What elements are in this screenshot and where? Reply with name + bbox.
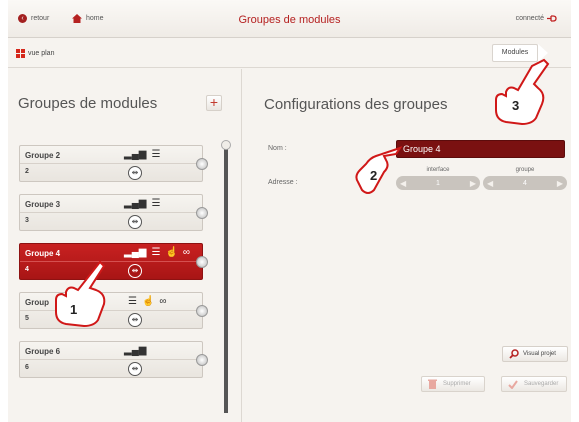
- callout-hand-1-icon: 1: [55, 260, 106, 328]
- stepper-right-icon[interactable]: ▶: [470, 179, 476, 188]
- interface-caption: interface: [426, 167, 450, 173]
- group-card[interactable]: Groupe 3 ▂▄▆ ☰ 3 ⇹: [19, 194, 208, 231]
- connection-status: connecté: [516, 15, 557, 22]
- save-button[interactable]: Sauvegarder: [501, 376, 567, 392]
- group-name: Groupe 4: [25, 249, 61, 258]
- toggle-knob[interactable]: [196, 256, 208, 268]
- group-address: 2: [25, 168, 29, 175]
- chart-icon: ▂▄▆: [124, 345, 147, 356]
- group-card[interactable]: Groupe 6 ▂▄▆ 6 ⇹: [19, 341, 208, 378]
- group-address: 5: [25, 315, 29, 322]
- address-label: Adresse :: [268, 179, 298, 186]
- traffic-light-icon: ☰: [128, 296, 137, 307]
- usb-icon: ⇹: [128, 362, 142, 376]
- callout-hand-2-icon: 2: [355, 146, 402, 194]
- name-label: Nom :: [268, 145, 287, 152]
- chart-icon: ▂▄▆: [124, 247, 147, 258]
- groupe-stepper[interactable]: ◀ 4 ▶: [483, 176, 567, 190]
- plan-view-label: vue plan: [28, 50, 55, 57]
- scrollbar-handle[interactable]: [221, 140, 231, 150]
- visual-project-label: Visual projet: [523, 351, 556, 357]
- checkmark-icon: [508, 379, 518, 389]
- callout-number: 2: [370, 168, 377, 183]
- group-name-input[interactable]: [396, 140, 565, 158]
- group-name: Groupe 6: [25, 347, 61, 356]
- group-address: 6: [25, 364, 29, 371]
- callout-number: 3: [512, 98, 519, 113]
- hand-icon: ☝: [165, 247, 178, 258]
- group-address: 4: [25, 266, 29, 273]
- top-bar: ‹ retour home Groupes de modules connect…: [8, 0, 571, 38]
- stepper-left-icon[interactable]: ◀: [487, 179, 493, 188]
- traffic-light-icon: ☰: [151, 149, 161, 160]
- group-card[interactable]: Groupe 2 ▂▄▆ ☰ 2 ⇹: [19, 145, 208, 182]
- groups-panel: Groupes de modules + Groupe 2 ▂▄▆ ☰ 2 ⇹ …: [8, 69, 242, 422]
- group-address: 3: [25, 217, 29, 224]
- plan-view-button[interactable]: vue plan: [16, 49, 54, 58]
- group-name: Groupe 2: [25, 151, 61, 160]
- config-heading: Configurations des groupes: [264, 96, 448, 113]
- toggle-knob[interactable]: [196, 305, 208, 317]
- stepper-right-icon[interactable]: ▶: [557, 179, 563, 188]
- visual-project-button[interactable]: Visual projet: [502, 346, 568, 362]
- grid-icon: [16, 49, 25, 58]
- usb-icon: ⇹: [128, 264, 142, 278]
- plug-icon: [547, 15, 557, 22]
- toggle-knob[interactable]: [196, 354, 208, 366]
- sub-toolbar: vue plan Modules: [8, 38, 571, 68]
- app-window: ‹ retour home Groupes de modules connect…: [8, 0, 571, 422]
- group-name: Groupe 3: [25, 200, 61, 209]
- callout-number: 1: [70, 302, 77, 317]
- magnifier-icon: [509, 349, 519, 359]
- toggle-knob[interactable]: [196, 158, 208, 170]
- groupe-caption: groupe: [515, 167, 535, 173]
- trash-icon: [428, 379, 437, 389]
- groupe-value: 4: [523, 179, 527, 187]
- groups-heading: Groupes de modules: [18, 95, 158, 112]
- page-title: Groupes de modules: [238, 14, 341, 26]
- usb-icon: ⇹: [128, 313, 142, 327]
- delete-button[interactable]: Supprimer: [421, 376, 485, 392]
- chart-icon: ▂▄▆: [124, 149, 147, 160]
- link-icon: ∞: [159, 296, 167, 307]
- chart-icon: ▂▄▆: [124, 198, 147, 209]
- add-group-button[interactable]: +: [206, 95, 222, 111]
- scrollbar-track[interactable]: [224, 143, 228, 413]
- connection-label: connecté: [515, 15, 544, 22]
- callout-hand-3-icon: 3: [495, 58, 550, 126]
- interface-stepper[interactable]: ◀ 1 ▶: [396, 176, 480, 190]
- toggle-knob[interactable]: [196, 207, 208, 219]
- save-label: Sauvegarder: [524, 381, 559, 387]
- link-icon: ∞: [182, 247, 191, 258]
- delete-label: Supprimer: [443, 381, 471, 387]
- traffic-light-icon: ☰: [151, 247, 161, 258]
- interface-value: 1: [436, 179, 440, 187]
- traffic-light-icon: ☰: [151, 198, 161, 209]
- hand-icon: ☝: [141, 296, 155, 307]
- group-name: Group: [25, 298, 49, 307]
- usb-icon: ⇹: [128, 166, 142, 180]
- usb-icon: ⇹: [128, 215, 142, 229]
